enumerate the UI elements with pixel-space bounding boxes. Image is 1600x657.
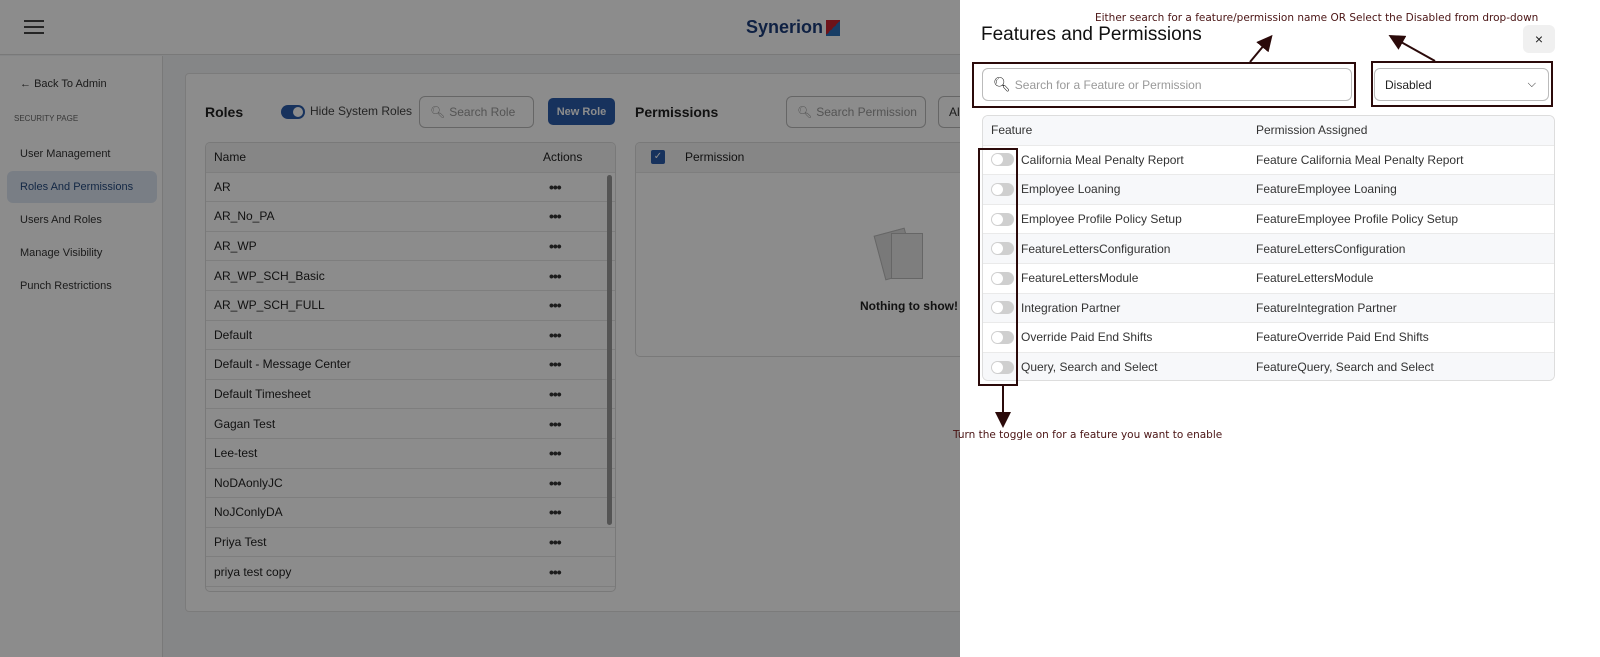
arrow-to-dropdown: [1388, 35, 1436, 62]
annotation-text-bottom: Turn the toggle on for a feature you wan…: [953, 429, 1223, 441]
annotation-text-top: Either search for a feature/permission n…: [1095, 12, 1539, 24]
arrow-to-search: [1249, 34, 1273, 63]
annotation-arrows: [995, 34, 1436, 428]
